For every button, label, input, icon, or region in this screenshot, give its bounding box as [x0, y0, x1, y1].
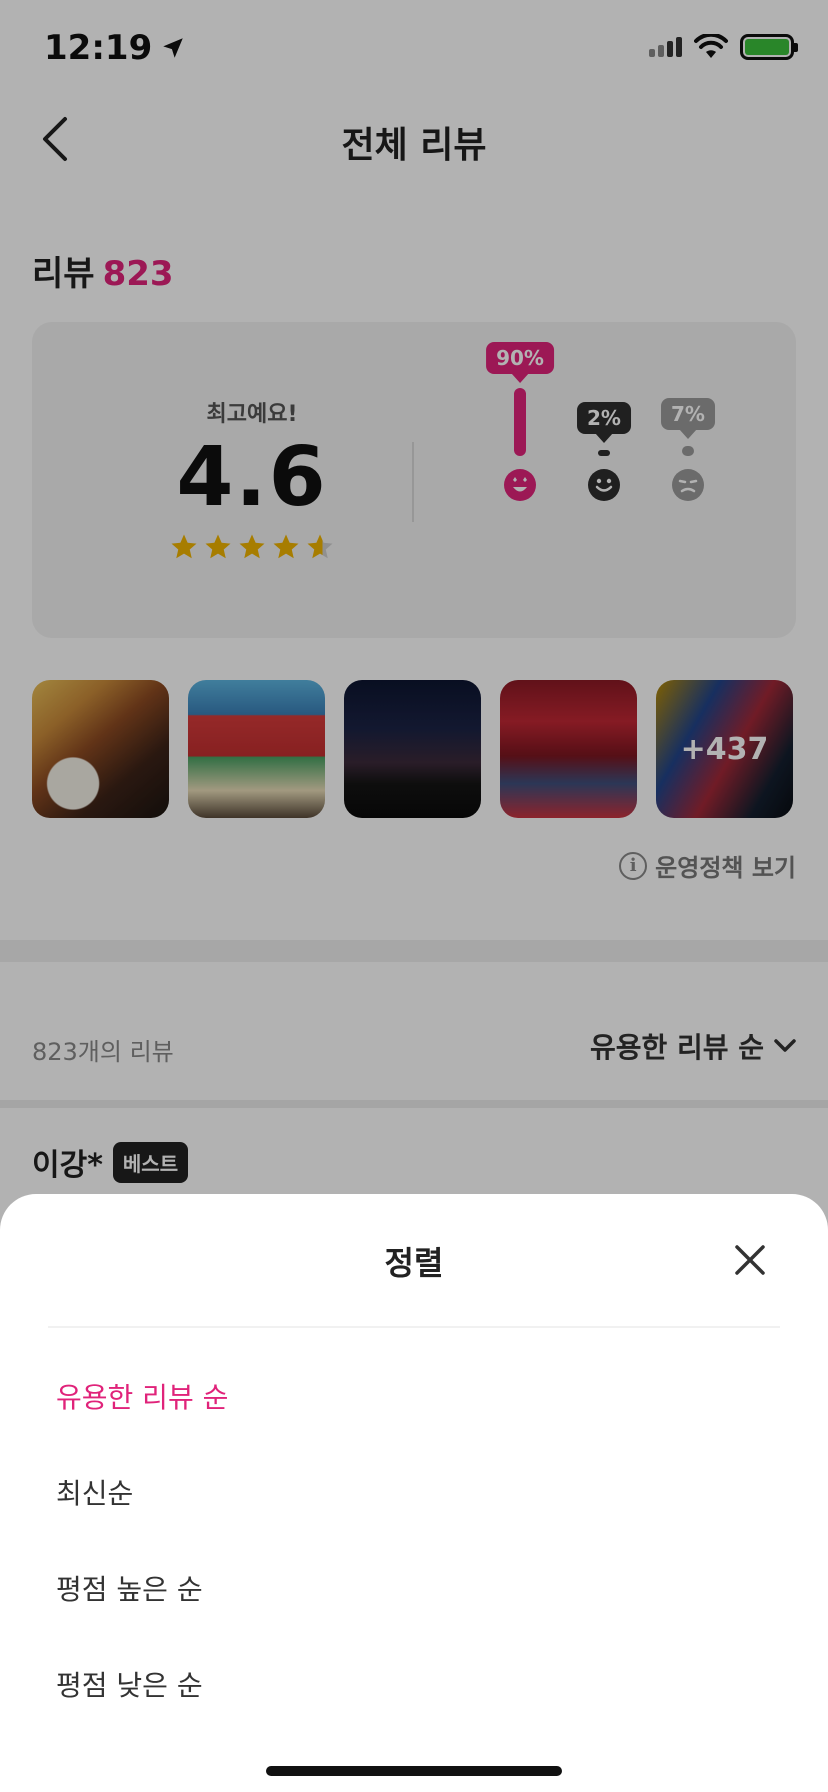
sheet-title: 정렬	[384, 1244, 444, 1282]
sort-option-lowest-rating[interactable]: 평점 낮은 순	[56, 1664, 203, 1704]
close-icon	[735, 1245, 765, 1275]
sort-bottom-sheet: 정렬 유용한 리뷰 순 최신순 평점 높은 순 평점 낮은 순	[0, 1194, 828, 1792]
sort-option-latest[interactable]: 최신순	[56, 1472, 133, 1512]
sort-option-helpful[interactable]: 유용한 리뷰 순	[56, 1376, 228, 1416]
close-button[interactable]	[728, 1238, 772, 1282]
sheet-divider	[48, 1326, 780, 1328]
home-indicator	[266, 1766, 562, 1776]
sort-option-highest-rating[interactable]: 평점 높은 순	[56, 1568, 203, 1608]
